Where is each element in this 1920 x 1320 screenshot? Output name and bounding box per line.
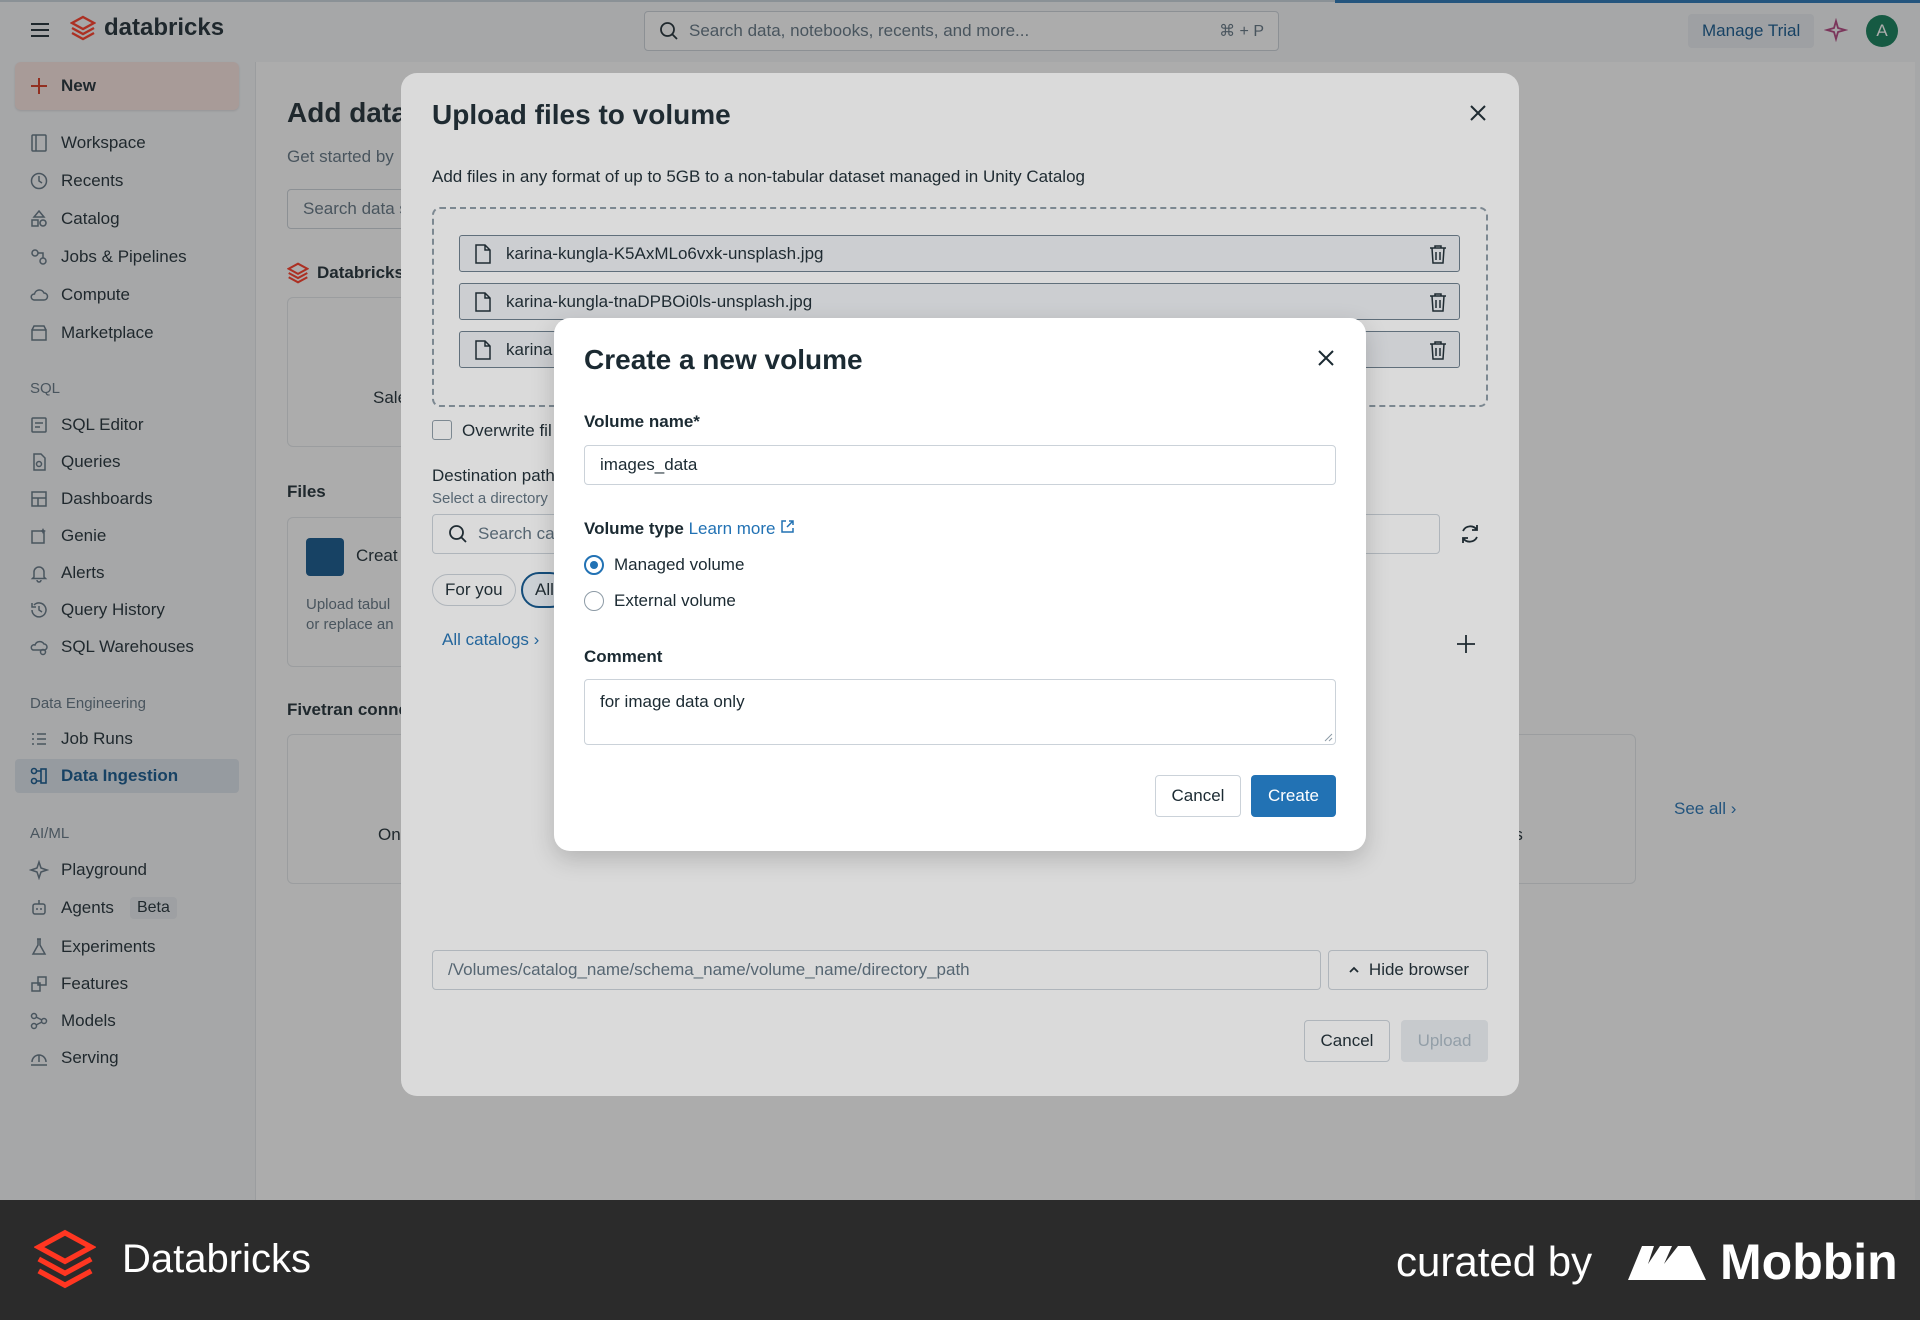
- close-icon[interactable]: [1314, 346, 1338, 370]
- comment-value: for image data only: [600, 692, 745, 711]
- footer-brand-name: Databricks: [122, 1236, 311, 1281]
- external-volume-label: External volume: [614, 591, 736, 610]
- footer-brand: Databricks: [34, 1228, 311, 1290]
- external-link-icon: [781, 520, 794, 533]
- learn-more-link[interactable]: Learn more: [689, 519, 796, 538]
- radio-external-volume[interactable]: [584, 591, 604, 611]
- cancel-button[interactable]: Cancel: [1155, 775, 1241, 817]
- volume-type-label: Volume type: [584, 519, 684, 538]
- mobbin-name: Mobbin: [1720, 1234, 1898, 1290]
- resize-handle-icon[interactable]: [1323, 732, 1333, 742]
- databricks-logo-icon: [34, 1229, 96, 1289]
- comment-label: Comment: [584, 647, 663, 666]
- radio-managed-volume[interactable]: [584, 555, 604, 575]
- mobbin-logo-icon: [1628, 1246, 1706, 1280]
- volume-type-row: Volume type Learn more: [584, 519, 795, 539]
- footer-banner: Databricks curated by Mobbin: [0, 1200, 1920, 1320]
- learn-more-label: Learn more: [688, 519, 776, 538]
- curated-by-text: curated by: [1396, 1238, 1593, 1285]
- comment-textarea[interactable]: for image data only: [584, 679, 1336, 745]
- mobbin-logo: Mobbin: [1626, 1233, 1898, 1291]
- modal-title: Create a new volume: [584, 344, 863, 375]
- create-volume-modal: Create a new volume Volume name* images_…: [554, 318, 1366, 851]
- create-button[interactable]: Create: [1251, 775, 1336, 817]
- volume-name-input[interactable]: images_data: [584, 445, 1336, 485]
- volume-name-label: Volume name*: [584, 412, 700, 431]
- managed-volume-label: Managed volume: [614, 555, 745, 574]
